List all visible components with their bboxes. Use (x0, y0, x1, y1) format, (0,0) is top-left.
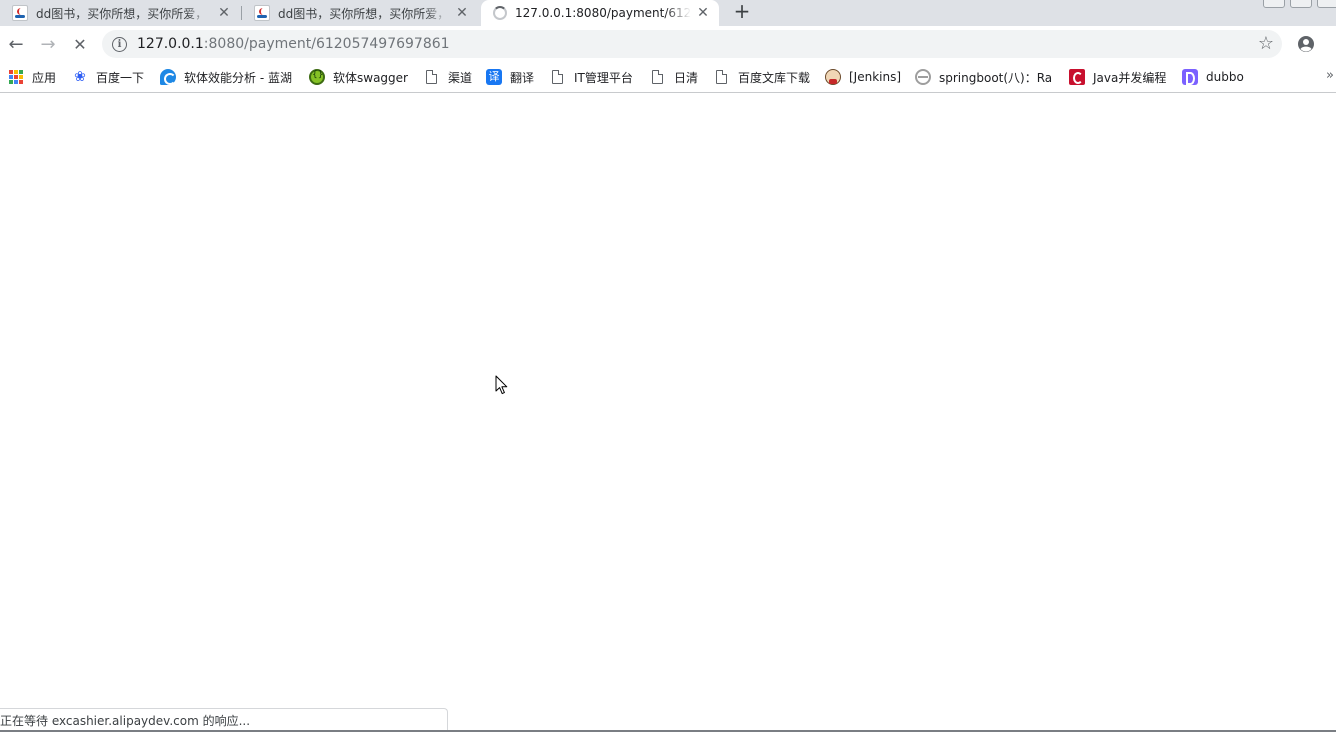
apps-grid-dot (19, 70, 23, 74)
minimize-window-button[interactable] (1263, 0, 1285, 8)
bookmark-label: dubbo (1206, 70, 1244, 84)
bookmark-label: [Jenkins] (849, 70, 902, 84)
java-favicon-icon (254, 5, 270, 21)
new-tab-button[interactable]: + (731, 0, 753, 23)
site-info-icon[interactable]: i (112, 36, 127, 52)
close-icon[interactable]: ✕ (454, 5, 470, 21)
apps-grid-dot (9, 80, 13, 84)
bookmark-label: 百度一下 (96, 70, 145, 85)
apps-grid-dot (19, 80, 23, 84)
apps-grid-dot (14, 75, 18, 79)
fanyi-icon: 译 (486, 69, 502, 85)
bookmark-qudao[interactable]: 渠道 (424, 68, 472, 86)
tab-strip: dd图书，买你所想，买你所爱， ✕ dd图书，买你所想，买你所爱， ✕ 127.… (0, 0, 1336, 26)
maximize-window-button[interactable] (1290, 0, 1312, 8)
bookmark-label: 软体效能分析 - 蓝湖 (184, 70, 292, 85)
dubbo-icon (1182, 69, 1198, 85)
bookmark-label: 翻译 (510, 70, 535, 85)
java-favicon-icon (12, 5, 28, 21)
tab-title: 127.0.0.1:8080/payment/61205 (515, 6, 691, 20)
bookmark-java-concurrency[interactable]: Java并发编程 (1069, 68, 1166, 86)
apps-grid-dot (9, 70, 13, 74)
baidu-paw-icon: ❀ (74, 69, 86, 85)
address-bar[interactable]: i 127.0.0.1:8080/payment/612057497697861… (102, 30, 1282, 58)
apps-grid-dot (14, 80, 18, 84)
bookmark-label: 日清 (674, 70, 699, 85)
url-text[interactable]: 127.0.0.1:8080/payment/612057497697861 (137, 36, 450, 52)
tab-payment-active[interactable]: 127.0.0.1:8080/payment/61205 ✕ (481, 0, 719, 26)
loading-spinner-icon (493, 6, 507, 20)
close-window-button[interactable] (1317, 0, 1336, 8)
apps-grid-dot (19, 75, 23, 79)
bookmark-apps[interactable]: 应用 (8, 68, 56, 86)
spring-icon (915, 69, 931, 85)
bookmark-lanhu[interactable]: 软体效能分析 - 蓝湖 (160, 68, 292, 86)
page-content (0, 94, 1336, 708)
url-path: :8080/payment/612057497697861 (203, 36, 450, 52)
bookmark-it-platform[interactable]: IT管理平台 (550, 68, 633, 86)
apps-grid-dot (14, 70, 18, 74)
back-button[interactable]: ← (4, 32, 28, 56)
swagger-icon (309, 69, 325, 85)
forward-arrow-icon: → (40, 33, 56, 55)
page-icon (552, 70, 563, 84)
bookmark-label: 应用 (32, 70, 57, 85)
profile-avatar-icon (1298, 36, 1314, 52)
close-icon[interactable]: ✕ (695, 5, 711, 21)
java-icon (1069, 69, 1085, 85)
bookmark-label: IT管理平台 (574, 70, 633, 85)
bookmark-swagger[interactable]: 软体swagger (309, 68, 408, 86)
back-arrow-icon: ← (8, 33, 24, 55)
bookmark-baidu[interactable]: ❀ 百度一下 (72, 68, 144, 86)
bookmark-jenkins[interactable]: [Jenkins] (825, 68, 901, 86)
bookmark-springboot[interactable]: springboot(八)：Ra (915, 68, 1052, 86)
page-icon (716, 70, 727, 84)
bookmarks-overflow-icon[interactable]: » (1326, 68, 1334, 83)
tab-title: dd图书，买你所想，买你所爱， (278, 6, 450, 21)
stop-loading-button[interactable]: ✕ (68, 32, 92, 56)
bookmark-star-icon[interactable]: ☆ (1258, 33, 1274, 54)
page-icon (426, 70, 437, 84)
bookmark-dubbo[interactable]: dubbo (1182, 68, 1244, 86)
bookmark-label: Java并发编程 (1093, 70, 1167, 85)
browser-toolbar: ← → ✕ i 127.0.0.1:8080/payment/612057497… (0, 26, 1336, 62)
forward-button[interactable]: → (36, 32, 60, 56)
status-bubble: 正在等待 excashier.alipaydev.com 的响应... (0, 708, 448, 730)
bookmark-label: springboot(八)：Ra (939, 70, 1053, 85)
bookmarks-bar: 应用 ❀ 百度一下 软体效能分析 - 蓝湖 软体swagger 渠道 译 翻译 … (0, 62, 1336, 93)
bookmark-label: 渠道 (448, 70, 473, 85)
bookmark-wenku[interactable]: 百度文库下载 (714, 68, 810, 86)
tab-title: dd图书，买你所想，买你所爱， (36, 6, 208, 21)
bookmark-fanyi[interactable]: 译 翻译 (486, 68, 534, 86)
profile-button[interactable] (1294, 32, 1318, 56)
bookmark-label: 百度文库下载 (738, 70, 811, 85)
page-icon (652, 70, 663, 84)
bookmark-riqing[interactable]: 日清 (650, 68, 698, 86)
apps-grid-icon (8, 69, 24, 85)
apps-grid-dot (9, 75, 13, 79)
lanhu-icon (160, 69, 176, 85)
tab-dd-books-2[interactable]: dd图书，买你所想，买你所爱， ✕ (242, 0, 478, 26)
url-host: 127.0.0.1 (137, 36, 204, 52)
stop-icon: ✕ (73, 34, 87, 54)
mouse-cursor-icon (495, 375, 508, 395)
bookmark-label: 软体swagger (333, 70, 408, 85)
jenkins-icon (825, 69, 841, 85)
tab-dd-books-1[interactable]: dd图书，买你所想，买你所爱， ✕ (0, 0, 240, 26)
close-icon[interactable]: ✕ (216, 5, 232, 21)
